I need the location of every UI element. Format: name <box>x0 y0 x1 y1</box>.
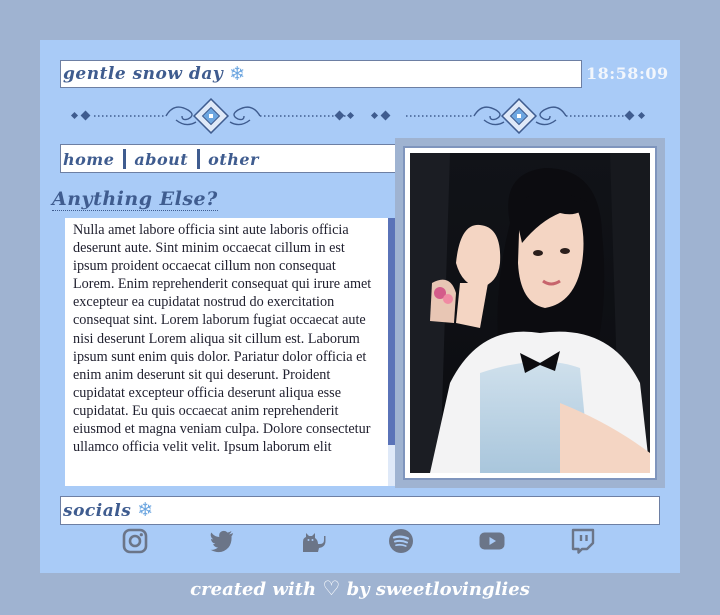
social-icons <box>40 528 680 558</box>
nav-separator <box>197 149 201 169</box>
page-title: gentle snow day <box>63 64 224 84</box>
twitch-icon[interactable] <box>569 528 595 554</box>
spotify-icon[interactable] <box>388 528 414 554</box>
photo-frame <box>395 138 665 488</box>
youtube-icon[interactable] <box>479 528 505 554</box>
nav-separator <box>123 149 127 169</box>
heart-icon: ♡ <box>322 576 341 600</box>
twitter-icon[interactable] <box>209 528 235 554</box>
body-text: Nulla amet labore officia sint aute labo… <box>73 222 372 456</box>
panel-left-border <box>60 218 65 486</box>
text-panel[interactable]: Nulla amet labore officia sint aute labo… <box>60 218 396 486</box>
footer-prefix: created with <box>190 579 317 600</box>
nav-about-link[interactable]: about <box>134 150 188 169</box>
cat-icon[interactable] <box>300 528 326 554</box>
snowflake-icon: ❄ <box>137 499 154 521</box>
section-heading: Anything Else? <box>52 188 218 211</box>
socials-bar: socials ❄ <box>60 496 660 525</box>
footer-suffix[interactable]: by sweetlovinglies <box>347 579 530 600</box>
nav-other-link[interactable]: other <box>208 150 259 169</box>
socials-label: socials <box>63 500 132 521</box>
nav-bar: home about other <box>60 144 396 173</box>
main-card: gentle snow day ❄ 18:58:09 home about ot… <box>40 40 680 573</box>
photo-border <box>403 146 657 480</box>
instagram-icon[interactable] <box>122 528 148 554</box>
portrait-photo <box>410 153 650 473</box>
snowflake-icon: ❄ <box>229 62 246 85</box>
ornament-divider <box>70 98 646 134</box>
footer-credit: created with ♡ by sweetlovinglies <box>0 576 720 600</box>
title-bar: gentle snow day ❄ <box>60 60 582 88</box>
nav-home-link[interactable]: home <box>63 150 114 169</box>
clock: 18:58:09 <box>586 64 669 83</box>
